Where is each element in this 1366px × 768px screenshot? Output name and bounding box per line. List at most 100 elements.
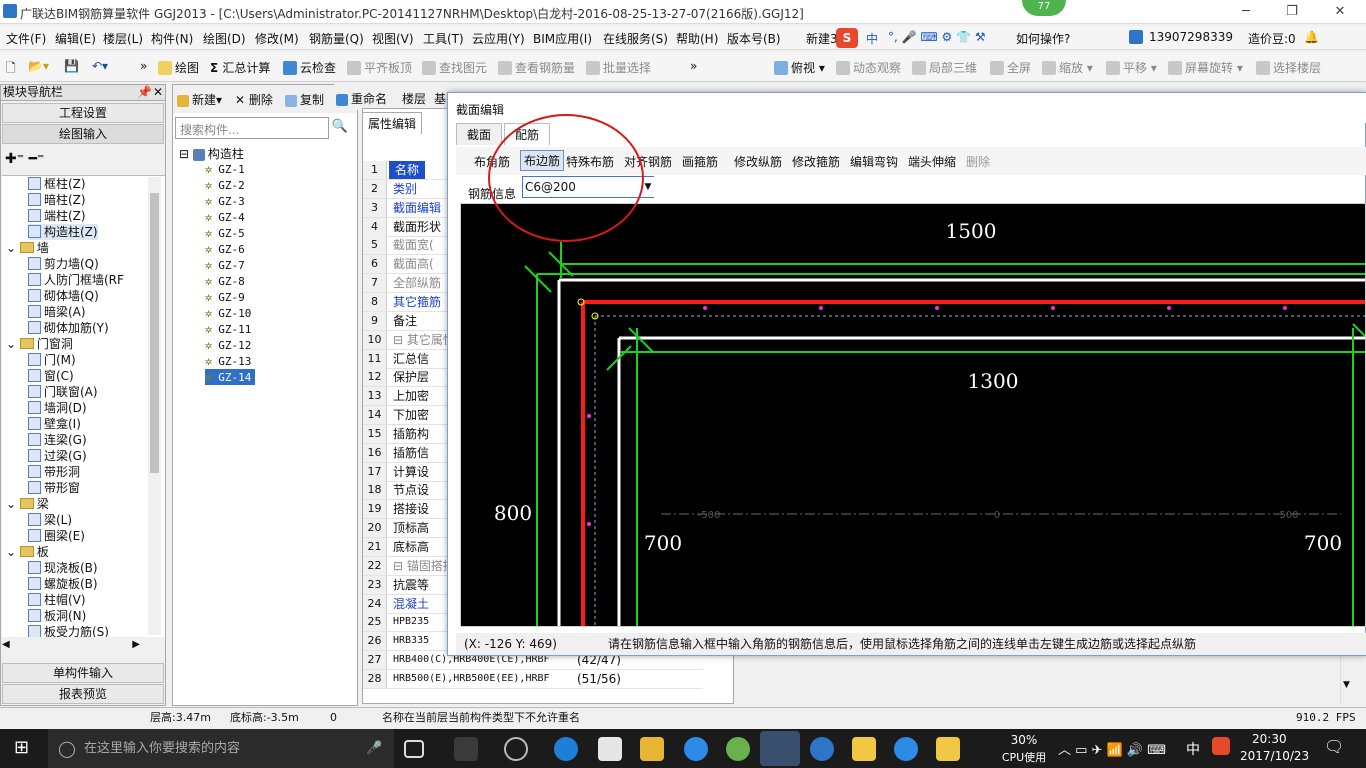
sogou-icon[interactable]: S [836,28,858,48]
nav-scrollbar[interactable] [148,177,161,635]
property-row[interactable]: 28 HRB500(E),HRB500E(EE),HRBF (51/56) [363,669,703,689]
component-item[interactable]: ✲ GZ-8 [205,273,245,289]
rebar-tool-button[interactable]: 对齐钢筋 [624,153,672,170]
top-view-button[interactable]: 俯视 ▾ [774,59,825,76]
component-item[interactable]: ✲ GZ-5 [205,225,245,241]
notification-center-icon[interactable]: 🗨 [1324,737,1344,756]
menu-component[interactable]: 构件(N) [151,30,193,47]
nav-tree-item[interactable]: 梁(L) [28,512,72,528]
more-chevron-icon[interactable]: » [140,59,147,73]
rebar-tool-button[interactable]: 布边筋 [520,150,565,171]
account-number[interactable]: 13907298339 [1149,30,1233,44]
nav-tree-item[interactable]: 构造柱(Z) [28,224,98,240]
tab-property-edit[interactable]: 属性编辑 [362,112,422,134]
tray-ime[interactable]: 中 [1186,739,1200,759]
circle-app-icon[interactable] [504,737,528,761]
glodon-icon[interactable] [810,737,834,761]
property-value[interactable]: (51/56) [577,670,621,688]
store-icon[interactable] [598,737,622,761]
menu-tools[interactable]: 工具(T) [423,30,464,47]
nav-tree-item[interactable]: 暗梁(A) [28,304,86,320]
rebar-tool-button[interactable]: 删除 [966,153,990,170]
menu-view[interactable]: 视图(V) [372,30,414,47]
delete-component-button[interactable]: ✕ 删除 [235,91,273,108]
nav-tree-item[interactable]: 门联窗(A) [28,384,98,400]
component-search-input[interactable]: 搜索构件... [175,117,329,139]
component-item[interactable]: ✲ GZ-12 [205,337,251,353]
nav-tree-item[interactable]: 带形洞 [28,464,80,480]
collapse-icon[interactable]: ⌄ [6,337,20,351]
component-item[interactable]: ✲ GZ-9 [205,289,245,305]
collapse-icon[interactable]: ⌄ [6,241,20,255]
close-icon[interactable]: ✕ [1320,2,1360,22]
nav-tree-item[interactable]: 壁龛(I) [28,416,81,432]
nav-tree-item[interactable]: 柱帽(V) [28,592,86,608]
component-item[interactable]: ✲ GZ-3 [205,193,245,209]
rebar-tool-button[interactable]: 布角筋 [474,153,510,170]
menu-bim[interactable]: BIM应用(I) [533,30,592,47]
notification-badge[interactable]: 77 [1022,0,1066,16]
ime-label[interactable]: 中 [866,30,878,47]
green-app-icon[interactable] [726,737,750,761]
pan-button[interactable]: 平移 ▾ [1106,59,1157,76]
file-explorer-icon[interactable] [640,737,664,761]
clock-date[interactable]: 2017/10/23 [1240,749,1309,763]
new-component-button[interactable]: 新建▾ [177,91,222,108]
component-item[interactable]: ✲ GZ-2 [205,177,245,193]
nav-hscroll[interactable]: ◀ ▶ [2,639,148,653]
nav-tree-item[interactable]: 暗柱(Z) [28,192,86,208]
menu-new[interactable]: 新建3 [806,30,838,47]
component-item[interactable]: ✲ GZ-10 [205,305,251,321]
nav-tree-item[interactable]: 砌体加筋(Y) [28,320,109,336]
tray-icons[interactable]: ︿ ▭ ✈ 📶 🔊 ⌨ [1058,739,1166,758]
rebar-tool-button[interactable]: 特殊布筋 [566,153,614,170]
dynamic-view-button[interactable]: 动态观察 [836,59,901,76]
fullscreen-button[interactable]: 全屏 [990,59,1031,76]
nav-tree-item[interactable]: 剪力墙(Q) [28,256,99,272]
component-item[interactable]: ✲ GZ-7 [205,257,245,273]
menu-floor[interactable]: 楼层(L) [103,30,143,47]
rebar-tool-button[interactable]: 端头伸缩 [908,153,956,170]
ime-tools-icon[interactable]: °, 🎤 ⌨ ⚙ 👕 ⚒ [888,30,986,44]
help-app-icon[interactable] [936,737,960,761]
zoom-button[interactable]: 缩放 ▾ [1042,59,1093,76]
help-question[interactable]: 如何操作? [1016,30,1070,47]
tab-rebar[interactable]: 配筋 [504,123,551,145]
nav-close-icon[interactable]: ✕ [153,85,163,100]
nav-folder[interactable]: ⌄ 门窗洞 [6,336,73,352]
nav-tree-item[interactable]: 端柱(Z) [28,208,86,224]
edge-icon[interactable] [554,737,578,761]
sum-calc-button[interactable]: Σ 汇总计算 [210,59,270,76]
draw-button[interactable]: 绘图 [158,59,199,76]
nav-tree-item[interactable]: 过梁(G) [28,448,87,464]
view-qty-button[interactable]: 查看钢筋量 [498,59,575,76]
nav-folder[interactable]: ⌄ 墙 [6,240,49,256]
menu-rebar-qty[interactable]: 钢筋量(Q) [309,30,364,47]
component-item[interactable]: ✲ GZ-1 [205,161,245,177]
cost-bean[interactable]: 造价豆:0 [1248,30,1296,47]
scroll-down-icon[interactable]: ▼ [1343,680,1350,690]
notes-icon[interactable] [852,737,876,761]
nav-scroll-thumb[interactable] [150,193,159,473]
component-root[interactable]: ⊟ 构造柱 [179,145,244,162]
align-top-button[interactable]: 平齐板顶 [347,59,412,76]
component-item[interactable]: ✲ GZ-4 [205,209,245,225]
nav-tree-item[interactable]: 人防门框墙(RF [28,272,124,288]
nav-tree-item[interactable]: 现浇板(B) [28,560,98,576]
mic-icon[interactable]: 🎤 [366,729,382,768]
open-folder-icon[interactable]: 📂▾ [28,59,49,73]
section-drawing[interactable]: 1500 1300 800 700 700 -500 0 500 [461,204,1366,626]
nav-tree-item[interactable]: 板受力筋(S) [28,624,109,637]
ggj-app-icon[interactable] [760,731,800,766]
more-chevron-icon[interactable]: » [690,59,697,73]
component-item[interactable]: ✲ GZ-11 [205,321,251,337]
fan-app-icon[interactable] [454,737,478,761]
chevron-down-icon[interactable]: ▼ [642,177,654,197]
find-element-button[interactable]: 查找图元 [422,59,487,76]
report-preview-button[interactable]: 报表预览 [2,684,164,704]
search-icon[interactable]: 🔍 [331,119,349,137]
collapse-icon[interactable]: ⌄ [6,497,20,511]
nav-tree-item[interactable]: 框柱(Z) [28,176,86,192]
menu-cloud[interactable]: 云应用(Y) [472,30,525,47]
menu-help[interactable]: 帮助(H) [676,30,718,47]
